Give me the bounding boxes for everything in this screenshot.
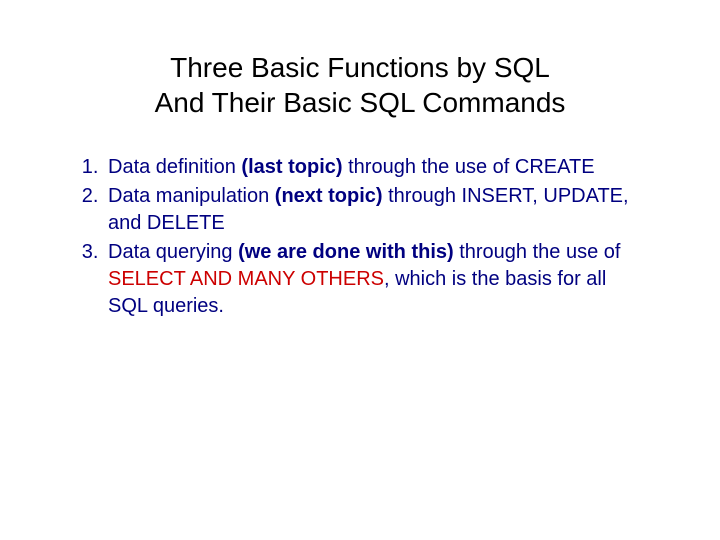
item-text: Data manipulation bbox=[108, 185, 275, 207]
item-bold: (last topic) bbox=[241, 156, 342, 178]
item-text: Data querying bbox=[108, 241, 238, 263]
list-item: Data definition (last topic) through the… bbox=[104, 154, 650, 181]
title-line-2: And Their Basic SQL Commands bbox=[155, 87, 566, 118]
item-text: through the use of CREATE bbox=[343, 156, 595, 178]
list-item: Data querying (we are done with this) th… bbox=[104, 239, 650, 320]
item-text: through the use of bbox=[454, 241, 621, 263]
list-item: Data manipulation (next topic) through I… bbox=[104, 183, 650, 237]
slide-title: Three Basic Functions by SQL And Their B… bbox=[70, 50, 650, 120]
content-list: Data definition (last topic) through the… bbox=[70, 154, 650, 320]
item-text: Data definition bbox=[108, 156, 241, 178]
item-bold: (we are done with this) bbox=[238, 241, 454, 263]
item-bold: (next topic) bbox=[275, 185, 383, 207]
slide: Three Basic Functions by SQL And Their B… bbox=[0, 0, 720, 540]
title-line-1: Three Basic Functions by SQL bbox=[170, 52, 550, 83]
item-highlight: SELECT AND MANY OTHERS bbox=[108, 268, 384, 290]
